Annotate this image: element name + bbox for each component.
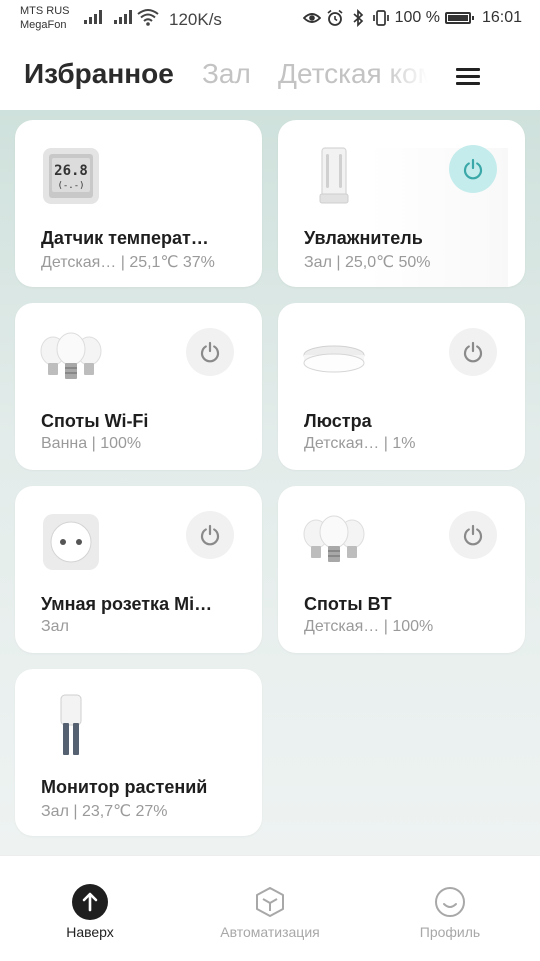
temperature-sensor-icon: 26.8 (-.-) (43, 148, 99, 204)
device-grid: 26.8 (-.-) Датчик температ… Детская… | 2… (0, 110, 540, 855)
bluetooth-icon (353, 9, 363, 27)
bottom-navigation: Наверх Автоматизация Профиль (0, 855, 540, 961)
bulbs-icon (303, 515, 365, 562)
arrow-up-icon (72, 884, 108, 920)
net-speed: 120K/s (169, 10, 222, 29)
wifi-icon (137, 9, 159, 26)
room-tabs-bar: Избранное Зал Детская комната (0, 40, 540, 110)
device-card-plant-monitor[interactable]: Монитор растений Зал | 23,7℃ 27% (15, 669, 262, 836)
device-name: Умная розетка Mi… (41, 594, 213, 614)
device-card-humidifier[interactable]: Увлажнитель Зал | 25,0℃ 50% (278, 120, 525, 287)
power-button[interactable] (449, 511, 497, 559)
device-status: Детская… | 100% (304, 618, 434, 635)
power-icon (463, 341, 483, 363)
power-button[interactable] (186, 328, 234, 376)
device-card-smart-socket[interactable]: Умная розетка Mi… Зал (15, 486, 262, 653)
smart-socket-icon (43, 514, 99, 570)
nav-automation-label: Автоматизация (220, 924, 320, 940)
power-icon (463, 158, 483, 180)
profile-smile-icon (432, 884, 468, 920)
nav-top[interactable]: Наверх (10, 884, 170, 940)
device-name: Споты Wi-Fi (41, 411, 149, 431)
device-status: Зал | 23,7℃ 27% (41, 803, 168, 820)
power-icon (463, 524, 483, 546)
battery-percent: 100 % (394, 9, 440, 26)
clock: 16:01 (481, 9, 522, 26)
humidifier-icon (319, 147, 349, 204)
status-bar: MTS RUS MegaFon 120K/s 100 % 16:01 (0, 0, 540, 40)
signal-icon (84, 10, 102, 24)
nav-profile[interactable]: Профиль (370, 884, 530, 940)
device-name: Датчик температ… (41, 228, 209, 248)
carrier-1: MTS RUS (20, 5, 70, 17)
vibrate-icon (372, 10, 389, 26)
device-card-spots-wifi[interactable]: Споты Wi-Fi Ванна | 100% (15, 303, 262, 470)
nav-top-label: Наверх (66, 924, 114, 940)
device-name: Монитор растений (41, 777, 208, 797)
hamburger-menu-icon[interactable] (454, 66, 482, 88)
device-status: Детская… | 1% (304, 435, 416, 452)
eye-icon (302, 13, 321, 23)
nav-automation[interactable]: Автоматизация (190, 884, 350, 940)
sensor-display-value: 26.8 (54, 163, 88, 179)
battery-icon (444, 12, 474, 24)
tab-favorites[interactable]: Избранное (24, 58, 174, 90)
device-name: Люстра (304, 411, 372, 431)
signal-icon-2 (114, 10, 132, 24)
plant-monitor-icon (60, 694, 82, 755)
tab-kids-room[interactable]: Детская комната (278, 58, 428, 90)
device-card-chandelier[interactable]: Люстра Детская… | 1% (278, 303, 525, 470)
device-status: Детская… | 25,1℃ 37% (41, 254, 215, 271)
alarm-icon (327, 9, 343, 26)
device-card-temperature-sensor[interactable]: 26.8 (-.-) Датчик температ… Детская… | 2… (15, 120, 262, 287)
carrier-names: MTS RUS MegaFon (20, 4, 70, 32)
power-icon (200, 341, 220, 363)
carrier-2: MegaFon (20, 19, 67, 31)
bulbs-icon (40, 332, 102, 379)
device-status: Зал | 25,0℃ 50% (304, 254, 431, 271)
ceiling-lamp-icon (303, 345, 365, 373)
automation-cube-icon (252, 884, 288, 920)
tab-living-room[interactable]: Зал (202, 58, 251, 90)
power-button[interactable] (449, 145, 497, 193)
power-icon (200, 524, 220, 546)
status-right: 100 % 16:01 (302, 9, 522, 27)
nav-profile-label: Профиль (419, 924, 481, 940)
device-name: Споты BT (304, 594, 392, 614)
power-button[interactable] (449, 328, 497, 376)
device-name: Увлажнитель (304, 228, 423, 248)
sensor-display-face: (-.-) (57, 181, 84, 191)
device-status: Зал (41, 618, 69, 635)
power-button[interactable] (186, 511, 234, 559)
device-status: Ванна | 100% (41, 435, 142, 452)
device-card-spots-bt[interactable]: Споты BT Детская… | 100% (278, 486, 525, 653)
